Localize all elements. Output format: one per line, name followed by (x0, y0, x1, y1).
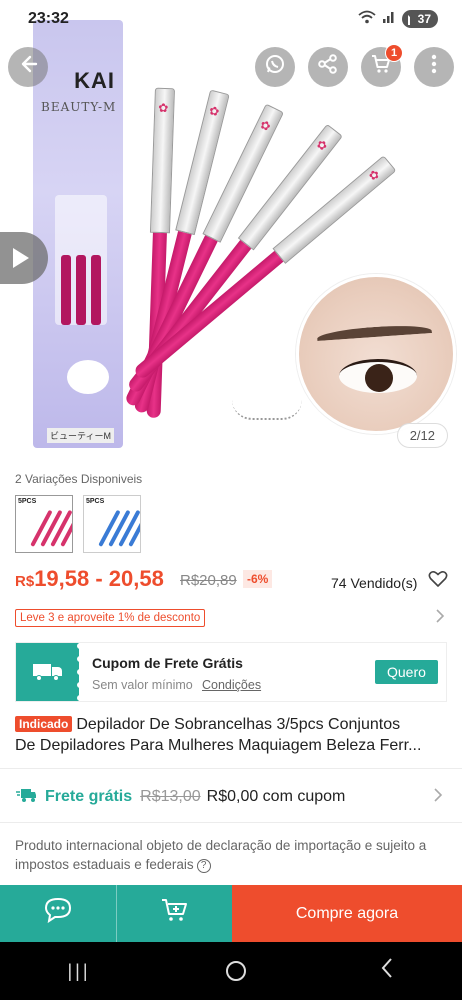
eyebrow-closeup-image (296, 274, 456, 434)
package-badge (67, 360, 109, 394)
indicado-badge: Indicado (15, 716, 73, 732)
buy-now-button[interactable]: Compre agora (232, 885, 462, 942)
status-bar: 23:32 37 (0, 0, 462, 38)
wifi-icon (358, 10, 376, 29)
variation-label: 5PCS (86, 498, 105, 505)
more-vertical-icon (431, 54, 437, 80)
variation-option-1[interactable]: 5PCS (15, 495, 73, 553)
whatsapp-share-button[interactable] (255, 47, 295, 87)
discount-badge: -6% (243, 570, 273, 588)
shipping-new-price: R$0,00 com cupom (206, 788, 346, 805)
price-currency: R$ (15, 573, 35, 590)
product-package-image: KAI BEAUTY-M ビューティーM (33, 20, 123, 448)
price-value: 19,58 - 20,58 (34, 566, 164, 591)
chevron-right-icon[interactable] (435, 609, 445, 628)
divider (0, 822, 462, 823)
divider (0, 768, 462, 769)
variation-label: 5PCS (18, 498, 37, 505)
favorite-heart-icon[interactable] (428, 570, 448, 592)
more-options-button[interactable] (414, 47, 454, 87)
original-price: R$20,89 (180, 572, 237, 589)
package-razor (76, 255, 86, 325)
add-to-cart-icon (160, 897, 190, 930)
package-label: ビューティーM (47, 428, 114, 443)
fast-truck-icon (15, 787, 37, 808)
sold-count: 74 Vendido(s) (331, 575, 418, 591)
truck-icon (32, 664, 63, 681)
variations-title: 2 Variações Disponiveis (15, 472, 143, 486)
status-icons: 37 (358, 10, 438, 29)
coupon-title: Cupom de Frete Grátis (92, 655, 243, 671)
chat-button[interactable] (0, 885, 116, 942)
recent-apps-icon[interactable]: ||| (67, 961, 90, 982)
status-time: 23:32 (28, 10, 69, 27)
import-notice-text: Produto internacional objeto de declaraç… (15, 838, 427, 872)
system-navigation-bar: ||| (0, 942, 462, 1000)
price-range: R$19,58 - 20,58 (15, 566, 164, 592)
product-title-line-2: De Depiladores Para Mulheres Maquiagem B… (15, 737, 422, 754)
chevron-right-icon (433, 787, 443, 807)
back-button[interactable] (8, 47, 48, 87)
play-icon (13, 248, 29, 268)
chat-icon (43, 897, 73, 930)
package-blister (55, 195, 107, 325)
free-shipping-coupon: Cupom de Frete Grátis Sem valor mínimo C… (15, 642, 447, 702)
coupon-conditions-link[interactable]: Condições (202, 678, 261, 692)
product-title: Indicado Depilador De Sobrancelhas 3/5pcs… (15, 714, 447, 756)
add-to-cart-button[interactable] (116, 885, 232, 942)
coupon-icon-area (16, 643, 83, 701)
image-counter: 2/12 (396, 423, 448, 448)
package-logo: KAI (74, 68, 115, 93)
share-icon (317, 53, 339, 81)
question-icon[interactable]: ? (196, 859, 211, 873)
cart-count-badge: 1 (385, 44, 403, 62)
whatsapp-icon (264, 53, 286, 81)
variation-option-2[interactable]: 5PCS (83, 495, 141, 553)
share-button[interactable] (308, 47, 348, 87)
product-title-line-1: Depilador De Sobrancelhas 3/5pcs Conjunt… (76, 716, 401, 733)
claim-coupon-button[interactable]: Quero (375, 660, 438, 684)
bundle-promo-tag[interactable]: Leve 3 e aproveite 1% de desconto (15, 609, 206, 627)
shipping-old-price: R$13,00 (140, 788, 201, 805)
free-shipping-label: Frete grátis (45, 788, 133, 805)
package-razor (91, 255, 101, 325)
bottom-action-bar: Compre agora (0, 885, 462, 942)
arrow-left-icon (18, 54, 38, 80)
system-back-icon[interactable] (380, 957, 394, 985)
signal-icon (382, 10, 396, 29)
cart-button[interactable]: 1 (361, 44, 403, 87)
shipping-row[interactable]: Frete grátis R$13,00 R$0,00 com cupom (15, 785, 447, 809)
import-notice: Produto internacional objeto de declaraç… (15, 836, 451, 874)
battery-indicator: 37 (401, 10, 438, 28)
home-icon[interactable] (225, 961, 246, 981)
package-brand: BEAUTY-M (41, 100, 117, 114)
package-razor (61, 255, 71, 325)
coupon-subtitle: Sem valor mínimo (92, 678, 193, 692)
dotted-arrow (232, 400, 302, 420)
